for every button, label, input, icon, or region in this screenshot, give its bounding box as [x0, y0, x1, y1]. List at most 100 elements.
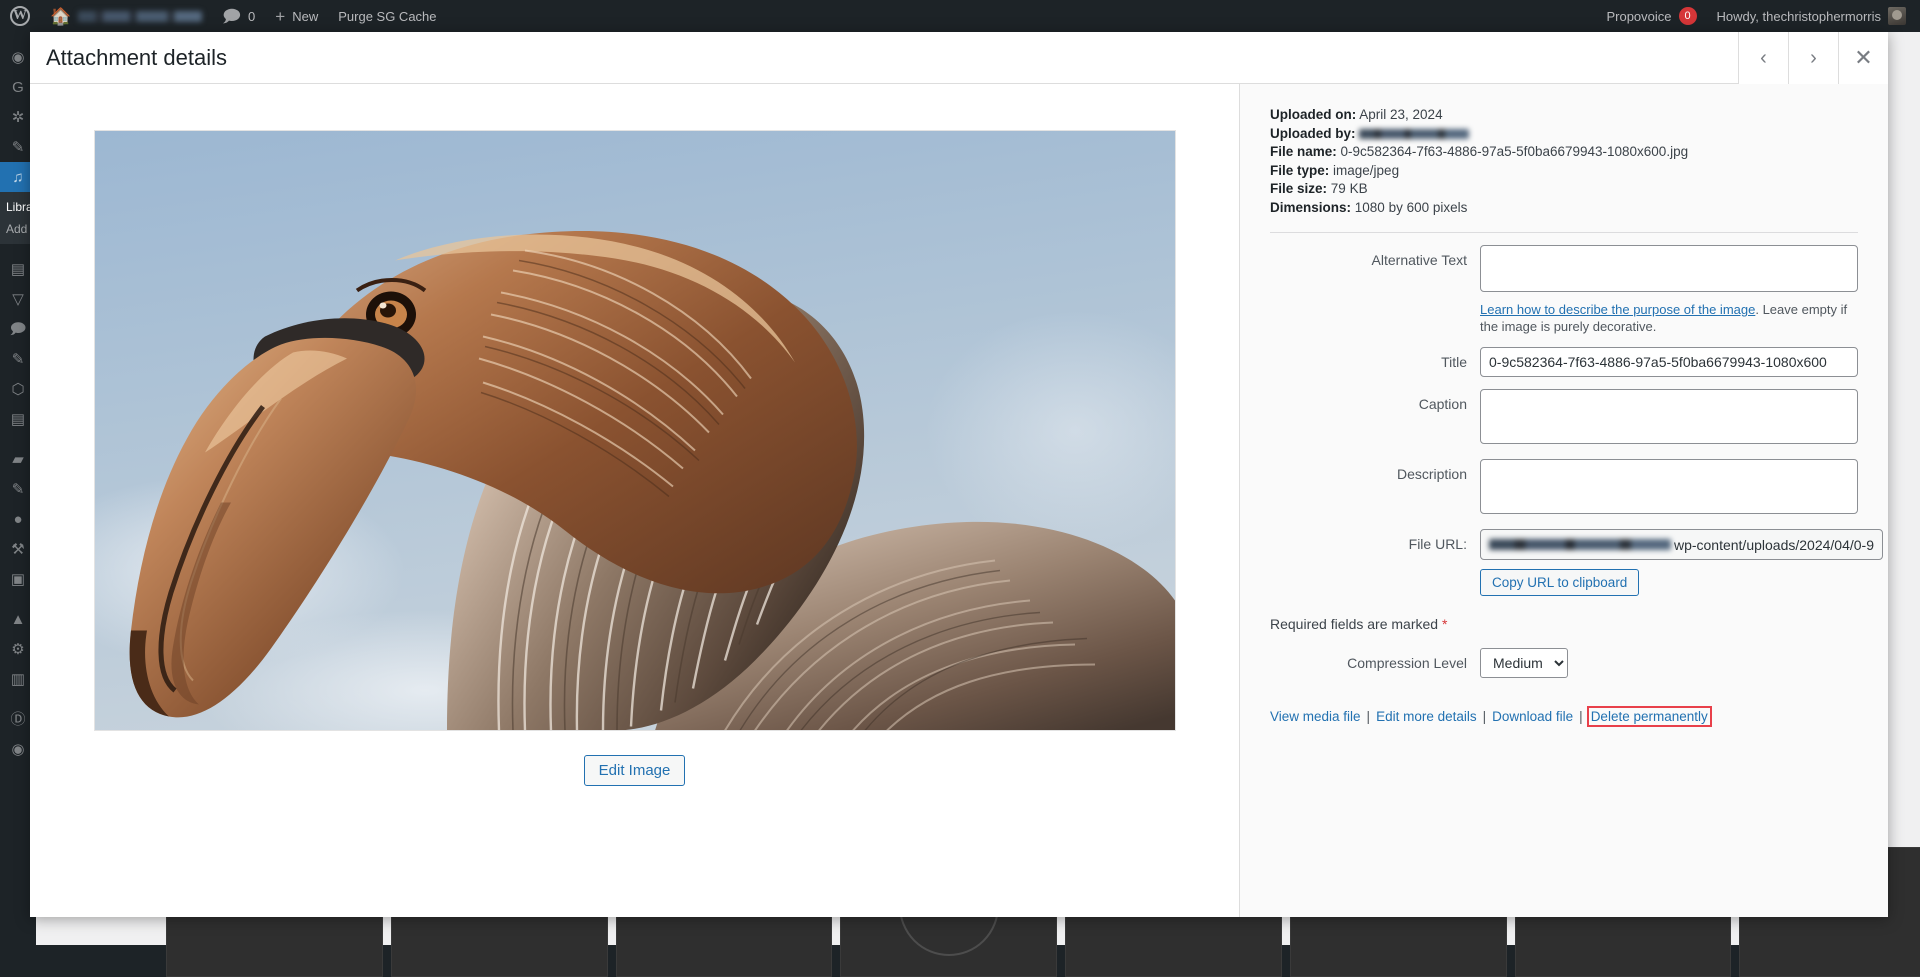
layers-icon: ▰ [12, 452, 24, 467]
attachment-preview-pane: Edit Image [30, 84, 1240, 917]
description-input[interactable] [1480, 459, 1858, 514]
description-row: Description [1270, 459, 1858, 517]
account-menu[interactable]: Howdy, thechristophermorris [1707, 0, 1920, 32]
action-separator: | [1579, 709, 1583, 724]
eye-icon: ◉ [11, 742, 24, 757]
propovoice-badge: 0 [1679, 7, 1697, 25]
users-icon: ● [13, 512, 22, 527]
id-card-icon: ▣ [11, 572, 25, 587]
uploaded-on-line: Uploaded on: April 23, 2024 [1270, 106, 1858, 124]
action-separator: | [1483, 709, 1487, 724]
file-name-label: File name: [1270, 144, 1337, 159]
alt-text-help: Learn how to describe the purpose of the… [1480, 301, 1858, 335]
tools-icon: ⚒ [11, 542, 24, 557]
required-note-text: Required fields are marked [1270, 616, 1442, 632]
circle-d-icon: Ⓓ [10, 712, 25, 727]
caption-label: Caption [1270, 389, 1480, 412]
file-name-value: 0-9c582364-7f63-4886-97a5-5f0ba6679943-1… [1341, 144, 1689, 159]
file-type-label: File type: [1270, 163, 1329, 178]
close-icon[interactable]: ✕ [1838, 32, 1888, 84]
file-type-value: image/jpeg [1333, 163, 1399, 178]
attachment-image [94, 130, 1176, 731]
alt-text-control: Learn how to describe the purpose of the… [1480, 245, 1858, 335]
file-url-row: File URL: wp-content/uploads/2024/04/0-9… [1270, 529, 1858, 596]
alt-text-input[interactable] [1480, 245, 1858, 292]
alt-text-label: Alternative Text [1270, 245, 1480, 268]
comment-icon: 🗩 [222, 8, 241, 25]
file-type-line: File type: image/jpeg [1270, 162, 1858, 180]
title-label: Title [1270, 347, 1480, 370]
media-icon: ♫ [12, 170, 23, 185]
previous-attachment-button[interactable]: ‹ [1738, 32, 1788, 84]
dimensions-line: Dimensions: 1080 by 600 pixels [1270, 199, 1858, 217]
home-icon: 🏠 [50, 8, 71, 25]
new-content-button[interactable]: + New [265, 0, 328, 32]
required-fields-note: Required fields are marked * [1270, 616, 1858, 632]
pelican-statue-image [95, 131, 1175, 730]
pages-icon: ▤ [11, 262, 25, 277]
uploaded-on-label: Uploaded on: [1270, 107, 1356, 122]
file-url-value: wp-content/uploads/2024/04/0-9 [1674, 537, 1874, 553]
forms-icon: ▤ [11, 412, 25, 427]
modal-header-buttons: ‹ › ✕ [1738, 32, 1888, 84]
delete-permanently-link[interactable]: Delete permanently [1589, 708, 1710, 725]
title-input[interactable] [1480, 347, 1858, 377]
copy-url-button[interactable]: Copy URL to clipboard [1480, 569, 1639, 596]
filter-icon: ▽ [12, 292, 24, 307]
cards-icon: ▥ [11, 672, 25, 687]
uploaded-on-value: April 23, 2024 [1359, 107, 1442, 122]
comments-button[interactable]: 🗩 0 [212, 0, 265, 32]
dimensions-label: Dimensions: [1270, 200, 1351, 215]
edit-more-details-link[interactable]: Edit more details [1376, 709, 1477, 724]
attachment-details-modal: Attachment details ‹ › ✕ [30, 32, 1888, 917]
propovoice-label: Propovoice [1606, 9, 1671, 24]
comments-count: 0 [248, 9, 255, 24]
action-separator: | [1367, 709, 1371, 724]
caption-row: Caption [1270, 389, 1858, 447]
pin-icon: ✎ [12, 140, 25, 155]
attachment-actions: View media file | Edit more details | Do… [1270, 708, 1858, 725]
purge-label: Purge SG Cache [338, 9, 436, 24]
file-url-input[interactable]: wp-content/uploads/2024/04/0-9 [1480, 529, 1883, 560]
settings-gear-icon: ⚙ [11, 642, 24, 657]
attachment-info-pane: Uploaded on: April 23, 2024 Uploaded by:… [1240, 84, 1888, 917]
propovoice-button[interactable]: Propovoice 0 [1596, 0, 1706, 32]
uploaded-by-line: Uploaded by: [1270, 125, 1858, 143]
purge-sg-cache-button[interactable]: Purge SG Cache [328, 0, 446, 32]
caption-input[interactable] [1480, 389, 1858, 444]
file-size-line: File size: 79 KB [1270, 180, 1858, 198]
package-icon: ⬡ [11, 382, 24, 397]
caption-control [1480, 389, 1858, 447]
uploaded-by-value-blurred [1359, 129, 1469, 139]
file-url-control: wp-content/uploads/2024/04/0-9 Copy URL … [1480, 529, 1883, 596]
file-url-label: File URL: [1270, 529, 1480, 552]
view-media-file-link[interactable]: View media file [1270, 709, 1361, 724]
file-name-line: File name: 0-9c582364-7f63-4886-97a5-5f0… [1270, 143, 1858, 161]
google-icon: G [12, 80, 24, 95]
edit-image-button[interactable]: Edit Image [584, 755, 686, 786]
new-label: New [292, 9, 318, 24]
compression-level-select[interactable]: Medium [1480, 648, 1568, 678]
wp-logo-button[interactable]: W [0, 0, 40, 32]
title-control [1480, 347, 1858, 377]
required-asterisk: * [1442, 616, 1447, 632]
site-name-button[interactable]: 🏠 [40, 0, 212, 32]
plugin-gear-icon: ✲ [12, 110, 25, 125]
page-title: Attachment details [30, 45, 227, 71]
file-url-wrap: wp-content/uploads/2024/04/0-9 [1480, 529, 1883, 560]
alt-text-help-link[interactable]: Learn how to describe the purpose of the… [1480, 302, 1755, 317]
uploaded-by-label: Uploaded by: [1270, 126, 1356, 141]
alt-text-row: Alternative Text Learn how to describe t… [1270, 245, 1858, 335]
admin-bar: W 🏠 🗩 0 + New Purge SG Cache Propovoice … [0, 0, 1920, 32]
next-attachment-button[interactable]: › [1788, 32, 1838, 84]
compression-control: Medium [1480, 648, 1858, 678]
description-label: Description [1270, 459, 1480, 482]
compression-label: Compression Level [1270, 648, 1480, 671]
wordpress-logo-icon: W [10, 6, 30, 26]
site-name-blurred [78, 11, 202, 22]
brush-icon: ✎ [12, 482, 25, 497]
file-size-label: File size: [1270, 181, 1327, 196]
analytics-icon: ▲ [11, 612, 26, 627]
avatar [1888, 7, 1906, 25]
download-file-link[interactable]: Download file [1492, 709, 1573, 724]
